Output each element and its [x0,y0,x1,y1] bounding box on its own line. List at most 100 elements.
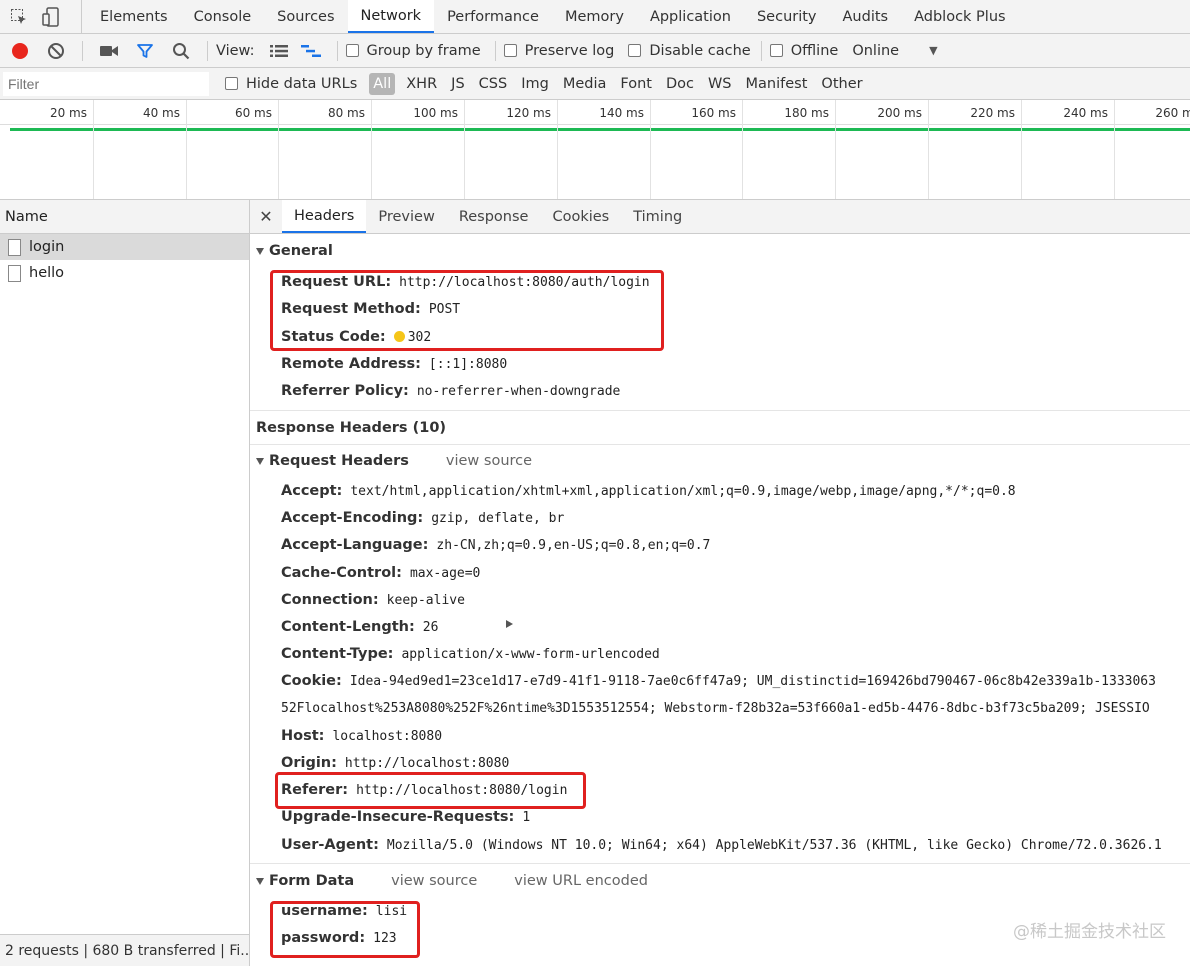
throttling-select[interactable]: Online ▼ [852,43,937,59]
checkbox-box[interactable] [769,44,783,57]
filter-type-xhr[interactable]: XHR [399,74,444,94]
name-column-label: Name [5,208,48,225]
hide-data-urls-checkbox[interactable]: Hide data URLs [225,76,357,92]
search-icon[interactable] [171,41,191,61]
timeline-gridline [650,100,651,199]
request-header-row: User-Agent: Mozilla/5.0 (Windows NT 10.0;… [281,837,1162,853]
tab-response[interactable]: Response [447,200,541,233]
header-key: Accept-Language: [281,537,429,553]
inspect-element-icon[interactable] [10,8,28,26]
header-key: Upgrade-Insecure-Requests: [281,809,515,825]
timeline-gridline [278,100,279,199]
tab-cookies[interactable]: Cookies [540,200,621,233]
tab-console[interactable]: Console [181,0,265,33]
checkbox-box[interactable] [225,77,238,90]
tab-memory[interactable]: Memory [552,0,637,33]
tab-adblock-plus[interactable]: Adblock Plus [901,0,1018,33]
filter-type-font[interactable]: Font [613,74,659,94]
filter-type-all[interactable]: All [369,72,396,95]
section-divider [250,410,1190,411]
toolbar-divider [494,40,496,61]
request-name: login [29,239,65,255]
network-summary-status: 2 requests | 680 B transferred | Fi... [0,934,249,966]
general-section-header[interactable]: General [256,243,333,259]
timeline-baseline [0,124,1190,125]
tab-elements[interactable]: Elements [87,0,181,33]
header-value: text/html,application/xhtml+xml,applicat… [350,484,1016,499]
document-icon [8,264,21,282]
remote-address-row: Remote Address: [::1]:8080 [281,356,507,372]
filter-bar: Hide data URLs AllXHRJSCSSImgMediaFontDo… [0,68,1190,100]
filter-type-other[interactable]: Other [814,74,869,94]
header-value: Mozilla/5.0 (Windows NT 10.0; Win64; x64… [386,838,1162,853]
name-column-header[interactable]: Name [0,200,249,234]
tab-sources[interactable]: Sources [264,0,347,33]
request-row-login[interactable]: login [0,234,249,260]
view-url-encoded-link[interactable]: view URL encoded [514,873,648,889]
timeline-tick-label: 60 ms [234,106,272,120]
referrer-policy-row: Referrer Policy: no-referrer-when-downgra… [281,383,620,399]
record-icon[interactable] [10,41,30,61]
expand-triangle-icon [256,457,264,465]
header-value: [::1]:8080 [428,357,508,372]
response-headers-title: Response Headers (10) [256,420,447,436]
toolbar-divider [207,40,208,61]
checkbox-box[interactable] [345,44,359,57]
disable-cache-checkbox[interactable]: Disable cache [628,43,751,59]
toolbar-divider [760,40,762,61]
group-by-frame-checkbox[interactable]: Group by frame [345,43,481,59]
view-source-link[interactable]: view source [391,873,477,889]
timeline-tick-label: 100 ms [413,106,458,120]
detail-tabs: ✕ Headers Preview Response Cookies Timin… [250,200,1190,234]
device-toolbar-icon[interactable] [42,6,60,27]
clear-icon[interactable] [46,41,66,61]
view-source-link[interactable]: view source [446,453,532,469]
checkbox-box[interactable] [503,44,517,57]
header-value: max-age=0 [409,566,481,581]
filter-type-ws[interactable]: WS [701,74,739,94]
timeline-gridline [464,100,465,199]
filter-type-css[interactable]: CSS [472,74,515,94]
form-data-title: Form Data [269,873,355,889]
timeline-gridline [1114,100,1115,199]
filter-type-img[interactable]: Img [514,74,556,94]
tab-security[interactable]: Security [744,0,830,33]
section-divider [250,863,1190,864]
header-key: Connection: [281,592,379,608]
timeline-tick-label: 220 ms [970,106,1015,120]
timeline-tick-label: 80 ms [327,106,365,120]
filter-type-doc[interactable]: Doc [659,74,701,94]
tab-application[interactable]: Application [637,0,744,33]
header-value: 26 [422,620,439,635]
filter-type-js[interactable]: JS [444,74,471,94]
request-header-row: Cache-Control: max-age=0 [281,565,480,581]
request-headers-section-header[interactable]: Request Headers view source [256,453,532,469]
tab-headers[interactable]: Headers [282,200,367,233]
request-row-hello[interactable]: hello [0,260,249,286]
large-rows-icon[interactable] [269,41,289,61]
filter-type-manifest[interactable]: Manifest [739,74,815,94]
filter-type-media[interactable]: Media [556,74,614,94]
chevron-down-icon: ▼ [929,44,938,57]
form-data-section-header[interactable]: Form Data view source view URL encoded [256,873,648,889]
filter-input[interactable] [3,71,209,96]
timeline-gridline [371,100,372,199]
tab-performance[interactable]: Performance [434,0,552,33]
tab-timing[interactable]: Timing [621,200,694,233]
timeline-overview[interactable]: 20 ms 40 ms 60 ms 80 ms 100 ms 120 ms 140 ms 16… [0,100,1190,200]
tab-network[interactable]: Network [347,0,435,33]
response-headers-section-header[interactable]: Response Headers (10) [256,420,513,628]
offline-checkbox[interactable]: Offline [769,43,838,59]
filter-icon[interactable] [135,41,155,61]
tab-audits[interactable]: Audits [830,0,902,33]
checkbox-box[interactable] [628,44,642,57]
request-header-row: Accept: text/html,application/xhtml+xml,a… [281,483,1016,499]
capture-screenshots-icon[interactable] [99,41,119,61]
timeline-gridline [742,100,743,199]
close-icon[interactable]: ✕ [250,200,282,233]
timeline-tick-label: 160 ms [691,106,736,120]
tab-preview[interactable]: Preview [366,200,446,233]
waterfall-overview-icon[interactable] [300,41,321,61]
header-key: Host: [281,728,325,744]
preserve-log-checkbox[interactable]: Preserve log [503,43,614,59]
